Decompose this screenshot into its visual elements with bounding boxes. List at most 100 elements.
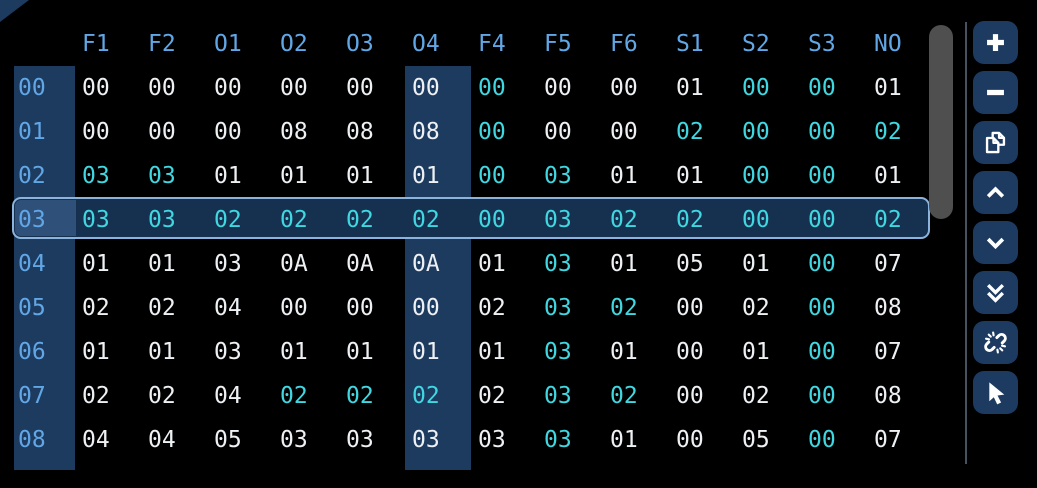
cell[interactable]: 00 [669, 418, 735, 462]
cell[interactable]: 01 [603, 242, 669, 286]
row-label[interactable]: 05 [14, 286, 75, 330]
pointer-mode-button[interactable] [973, 371, 1018, 414]
cell[interactable]: 00 [603, 110, 669, 154]
cell[interactable]: 08 [867, 286, 933, 330]
cell[interactable]: 03 [537, 374, 603, 418]
cell[interactable]: 01 [141, 242, 207, 286]
cell[interactable]: 03 [537, 330, 603, 374]
cell[interactable]: 00 [207, 110, 273, 154]
cell[interactable]: 03 [537, 418, 603, 462]
cell[interactable]: 01 [405, 154, 471, 198]
cell[interactable]: 08 [273, 110, 339, 154]
remove-button[interactable] [973, 71, 1018, 114]
row-label[interactable]: 08 [14, 418, 75, 462]
cell[interactable]: 01 [339, 154, 405, 198]
cell[interactable]: 00 [339, 66, 405, 110]
cell[interactable]: 03 [207, 242, 273, 286]
cell[interactable]: 00 [141, 66, 207, 110]
cell[interactable]: 02 [339, 198, 405, 242]
cell[interactable]: 02 [735, 374, 801, 418]
cell[interactable]: 00 [735, 154, 801, 198]
cell[interactable]: 01 [603, 418, 669, 462]
cell[interactable]: 00 [471, 66, 537, 110]
cell[interactable]: 00 [669, 374, 735, 418]
cell[interactable]: 01 [603, 154, 669, 198]
cell[interactable]: 01 [669, 154, 735, 198]
cell[interactable]: 03 [339, 418, 405, 462]
cell[interactable]: 00 [801, 66, 867, 110]
cell[interactable]: 00 [669, 286, 735, 330]
cell[interactable]: 02 [669, 198, 735, 242]
cell[interactable]: 00 [801, 110, 867, 154]
cell[interactable]: 00 [801, 198, 867, 242]
cell[interactable]: 02 [141, 374, 207, 418]
cell[interactable]: 00 [471, 154, 537, 198]
cell[interactable]: 03 [75, 198, 141, 242]
cell[interactable]: 01 [273, 330, 339, 374]
cell[interactable]: 00 [603, 66, 669, 110]
cell[interactable]: 01 [273, 154, 339, 198]
cell[interactable]: 02 [603, 198, 669, 242]
cell[interactable]: 03 [75, 154, 141, 198]
cell[interactable]: 00 [75, 110, 141, 154]
move-down-button[interactable] [973, 221, 1018, 264]
cell[interactable]: 00 [801, 242, 867, 286]
cell[interactable]: 00 [801, 330, 867, 374]
cell[interactable]: 01 [141, 330, 207, 374]
cell[interactable]: 00 [537, 66, 603, 110]
cell[interactable]: 08 [867, 374, 933, 418]
cell[interactable]: 02 [273, 198, 339, 242]
cell[interactable]: 01 [75, 330, 141, 374]
cell[interactable]: 05 [669, 242, 735, 286]
cell[interactable]: 02 [405, 198, 471, 242]
cell[interactable]: 00 [405, 66, 471, 110]
cell[interactable]: 00 [405, 286, 471, 330]
cell[interactable]: 02 [603, 286, 669, 330]
cell[interactable]: 04 [141, 418, 207, 462]
cell[interactable]: 01 [471, 242, 537, 286]
cell[interactable]: 0A [405, 242, 471, 286]
cell[interactable]: 00 [207, 66, 273, 110]
cell[interactable]: 02 [405, 374, 471, 418]
row-label[interactable]: 06 [14, 330, 75, 374]
cell[interactable]: 03 [405, 418, 471, 462]
cell[interactable]: 00 [471, 110, 537, 154]
row-label[interactable]: 02 [14, 154, 75, 198]
cell[interactable]: 00 [801, 286, 867, 330]
row-label[interactable]: 07 [14, 374, 75, 418]
cell[interactable]: 02 [471, 286, 537, 330]
cell[interactable]: 07 [867, 330, 933, 374]
cell[interactable]: 01 [207, 154, 273, 198]
cell[interactable]: 02 [603, 374, 669, 418]
cell[interactable]: 03 [537, 154, 603, 198]
cell[interactable]: 03 [273, 418, 339, 462]
cell[interactable]: 03 [471, 418, 537, 462]
cell[interactable]: 01 [471, 330, 537, 374]
cell[interactable]: 00 [339, 286, 405, 330]
cell[interactable]: 07 [867, 242, 933, 286]
cell[interactable]: 0A [273, 242, 339, 286]
row-label[interactable]: 00 [14, 66, 75, 110]
cell[interactable]: 04 [75, 418, 141, 462]
cell[interactable]: 01 [405, 330, 471, 374]
cell[interactable]: 07 [867, 418, 933, 462]
cell[interactable]: 03 [537, 242, 603, 286]
cell[interactable]: 03 [207, 330, 273, 374]
cell[interactable]: 00 [801, 418, 867, 462]
cell[interactable]: 00 [75, 66, 141, 110]
cell[interactable]: 01 [603, 330, 669, 374]
cell[interactable]: 02 [669, 110, 735, 154]
cell[interactable]: 02 [867, 198, 933, 242]
cell[interactable]: 02 [75, 286, 141, 330]
cell[interactable]: 01 [735, 330, 801, 374]
cell[interactable]: 00 [735, 198, 801, 242]
duplicate-button[interactable] [973, 121, 1018, 164]
cell[interactable]: 02 [75, 374, 141, 418]
cell[interactable]: 00 [471, 198, 537, 242]
cell[interactable]: 03 [141, 154, 207, 198]
cell[interactable]: 03 [537, 286, 603, 330]
cell[interactable]: 01 [669, 66, 735, 110]
unlink-button[interactable] [973, 321, 1018, 364]
cell[interactable]: 00 [537, 110, 603, 154]
cell[interactable]: 02 [471, 374, 537, 418]
